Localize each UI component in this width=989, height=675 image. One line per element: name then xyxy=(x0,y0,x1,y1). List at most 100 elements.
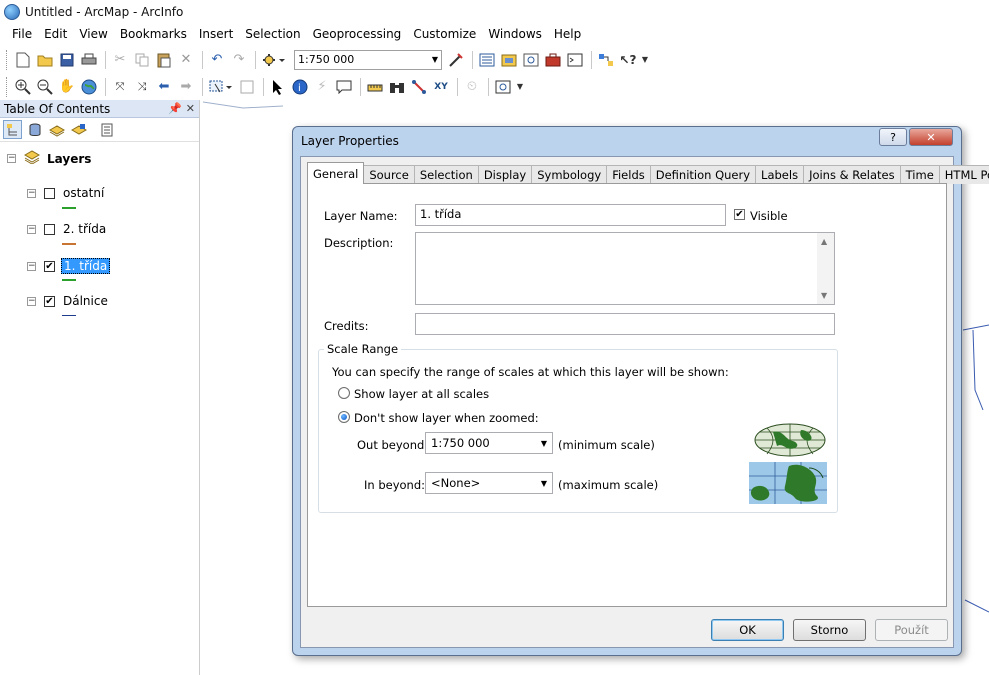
python-window-icon[interactable] xyxy=(565,50,585,70)
modelbuilder-icon[interactable] xyxy=(596,50,616,70)
help-button[interactable]: ? xyxy=(879,128,907,146)
dont-show-zoomed-label[interactable]: Don't show layer when zoomed: xyxy=(354,411,539,425)
select-elements-arrow-icon[interactable] xyxy=(268,77,288,97)
catalog-icon[interactable] xyxy=(499,50,519,70)
arctoolbox-icon[interactable] xyxy=(543,50,563,70)
whats-this-help-icon[interactable]: ↖? xyxy=(618,50,638,70)
fixed-zoom-in-icon[interactable]: ⤧ xyxy=(110,77,130,97)
search-window-icon[interactable] xyxy=(521,50,541,70)
full-extent-globe-icon[interactable] xyxy=(79,77,99,97)
toc-layer-1-trida[interactable]: − ✔ 1. třída xyxy=(27,258,111,274)
layers-root[interactable]: − Layers xyxy=(7,150,93,167)
collapse-icon[interactable]: − xyxy=(27,224,36,234)
layer-name-input[interactable]: 1. třída xyxy=(415,204,726,226)
new-document-icon[interactable] xyxy=(13,50,33,70)
tab-symbology[interactable]: Symbology xyxy=(531,165,608,184)
fixed-zoom-out-icon[interactable]: ⤨ xyxy=(132,77,152,97)
find-binoculars-icon[interactable] xyxy=(387,77,407,97)
list-by-selection-icon[interactable] xyxy=(69,120,88,139)
toc-layer-2-trida[interactable]: − 2. třída xyxy=(27,222,108,236)
scroll-up-icon[interactable]: ▲ xyxy=(821,237,827,246)
out-beyond-combo[interactable]: 1:750 000 ▼ xyxy=(425,432,553,454)
pin-icon[interactable]: 📌 xyxy=(168,102,182,115)
measure-icon[interactable] xyxy=(365,77,385,97)
html-popup-icon[interactable] xyxy=(334,77,354,97)
identify-icon[interactable]: i xyxy=(290,77,310,97)
copy-icon[interactable] xyxy=(132,50,152,70)
toc-options-icon[interactable] xyxy=(97,120,116,139)
cut-icon[interactable]: ✂ xyxy=(110,50,130,70)
close-button[interactable]: ✕ xyxy=(909,128,953,146)
paste-icon[interactable] xyxy=(154,50,174,70)
menu-insert[interactable]: Insert xyxy=(193,23,239,45)
toolbar-grip[interactable] xyxy=(6,49,9,70)
toolbar-options-icon[interactable]: ▼ xyxy=(515,77,525,97)
cancel-button[interactable]: Storno xyxy=(793,619,866,641)
collapse-icon[interactable]: − xyxy=(27,296,36,306)
go-to-xy-icon[interactable]: XY xyxy=(431,77,451,97)
time-slider-icon[interactable]: ⏲ xyxy=(462,77,482,97)
menu-bookmarks[interactable]: Bookmarks xyxy=(114,23,193,45)
list-by-source-icon[interactable] xyxy=(25,120,44,139)
menu-help[interactable]: Help xyxy=(548,23,587,45)
find-route-icon[interactable] xyxy=(409,77,429,97)
delete-icon[interactable]: ✕ xyxy=(176,50,196,70)
visible-checkbox[interactable]: ✔ xyxy=(734,209,745,220)
menu-edit[interactable]: Edit xyxy=(38,23,73,45)
menu-selection[interactable]: Selection xyxy=(239,23,306,45)
zoom-in-icon[interactable] xyxy=(13,77,33,97)
clear-selection-icon[interactable] xyxy=(237,77,257,97)
select-features-icon[interactable] xyxy=(207,77,235,97)
undo-icon[interactable]: ↶ xyxy=(207,50,227,70)
tab-time[interactable]: Time xyxy=(899,165,940,184)
print-icon[interactable] xyxy=(79,50,99,70)
close-icon[interactable]: ✕ xyxy=(186,102,195,115)
tab-joins-relates[interactable]: Joins & Relates xyxy=(803,165,901,184)
tab-display[interactable]: Display xyxy=(477,165,533,184)
ok-button[interactable]: OK xyxy=(711,619,784,641)
layer-visibility-checkbox[interactable] xyxy=(44,187,55,199)
menu-file[interactable]: File xyxy=(6,23,38,45)
scroll-down-icon[interactable]: ▼ xyxy=(821,291,827,300)
tab-selection[interactable]: Selection xyxy=(413,165,479,184)
open-folder-icon[interactable] xyxy=(35,50,55,70)
toc-layer-ostatni[interactable]: − ostatní xyxy=(27,186,106,200)
save-icon[interactable] xyxy=(57,50,77,70)
hyperlink-icon[interactable]: ⚡ xyxy=(312,77,332,97)
editor-toolbar-icon[interactable] xyxy=(446,50,466,70)
zoom-out-icon[interactable] xyxy=(35,77,55,97)
list-by-visibility-icon[interactable] xyxy=(47,120,66,139)
collapse-icon[interactable]: − xyxy=(7,154,16,163)
credits-input[interactable] xyxy=(415,313,835,335)
menu-view[interactable]: View xyxy=(73,23,113,45)
show-all-scales-label[interactable]: Show layer at all scales xyxy=(354,387,489,401)
apply-button[interactable]: Použít xyxy=(875,619,948,641)
list-by-drawing-order-icon[interactable] xyxy=(3,120,22,139)
tab-fields[interactable]: Fields xyxy=(606,165,651,184)
toolbar-options-icon[interactable]: ▼ xyxy=(640,50,650,70)
description-textarea[interactable]: ▲ ▼ xyxy=(415,232,835,305)
menu-windows[interactable]: Windows xyxy=(482,23,548,45)
description-scrollbar[interactable]: ▲ ▼ xyxy=(817,233,834,304)
layer-visibility-checkbox[interactable]: ✔ xyxy=(44,260,55,272)
redo-icon[interactable]: ↷ xyxy=(229,50,249,70)
tab-definition-query[interactable]: Definition Query xyxy=(649,165,757,184)
map-scale-combo[interactable]: 1:750 000 ▼ xyxy=(294,49,442,70)
in-beyond-combo[interactable]: <None> ▼ xyxy=(425,472,553,494)
tab-labels[interactable]: Labels xyxy=(755,165,805,184)
tab-html-popup[interactable]: HTML Popup xyxy=(938,165,989,184)
toc-layer-dalnice[interactable]: − ✔ Dálnice xyxy=(27,294,110,308)
menu-geoprocessing[interactable]: Geoprocessing xyxy=(307,23,408,45)
previous-extent-icon[interactable]: ⬅ xyxy=(154,77,174,97)
layer-visibility-checkbox[interactable]: ✔ xyxy=(44,295,55,307)
collapse-icon[interactable]: − xyxy=(27,261,36,271)
next-extent-icon[interactable]: ➡ xyxy=(176,77,196,97)
layer-visibility-checkbox[interactable] xyxy=(44,223,55,235)
tab-general[interactable]: General xyxy=(307,162,365,184)
menu-customize[interactable]: Customize xyxy=(407,23,482,45)
create-viewer-window-icon[interactable] xyxy=(493,77,513,97)
add-data-icon[interactable] xyxy=(260,50,288,70)
show-all-scales-radio[interactable] xyxy=(338,387,350,399)
dont-show-zoomed-radio[interactable] xyxy=(338,411,350,423)
table-of-contents-icon[interactable] xyxy=(477,50,497,70)
